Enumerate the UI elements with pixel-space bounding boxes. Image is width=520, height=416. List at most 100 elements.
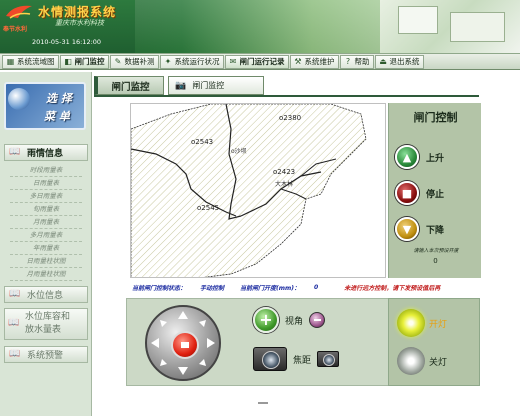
- nav-gate-monitor[interactable]: ◧ 闸门监控: [59, 54, 109, 69]
- light-on-button[interactable]: 开灯: [397, 309, 447, 337]
- nav-system-status[interactable]: ✦ 系统运行状况: [159, 54, 224, 69]
- basin-area: [131, 104, 367, 277]
- wrench-icon: ⚒: [294, 57, 302, 66]
- light-on-label: 开灯: [429, 319, 448, 330]
- nav-label: 系统维护: [304, 57, 335, 66]
- gate-down-label: 下降: [426, 225, 445, 236]
- tab-gate-watch[interactable]: 📷 闸门监控: [168, 76, 264, 95]
- sidebar-item-system-alarm[interactable]: 📖 系统预警: [4, 346, 88, 363]
- rain-submenu-item[interactable]: 年雨量表: [10, 242, 82, 255]
- rain-submenu-item[interactable]: 多月雨量表: [10, 229, 82, 242]
- footer-divider: [258, 402, 268, 404]
- tab-gate-monitor[interactable]: 闸门监控: [94, 76, 164, 95]
- nav-exit[interactable]: ⏏ 退出系统: [374, 54, 424, 69]
- rain-submenu-item[interactable]: 月雨量表: [10, 216, 82, 229]
- nav-label: 数据补测: [124, 57, 155, 66]
- gate-down-button[interactable]: ▼ 下降: [395, 215, 475, 243]
- zoom-out-button[interactable]: [309, 312, 326, 328]
- header-decoration: [380, 0, 520, 53]
- gate-opening-value: 0: [314, 283, 319, 291]
- header: 水情测报系统 重庆市水利科技 奉节水利 2010-05-31 16:12:00: [0, 0, 520, 53]
- map-icon: ▦: [6, 57, 15, 66]
- rain-submenu-item[interactable]: 旬雨量表: [10, 203, 82, 216]
- focus-label: 焦距: [293, 355, 312, 366]
- logo: 水情测报系统 重庆市水利科技 奉节水利 2010-05-31 16:12:00: [0, 0, 135, 53]
- gate-stop-button[interactable]: ■ 停止: [395, 179, 475, 207]
- help-icon: ?: [345, 57, 351, 66]
- nav-label: 帮助: [354, 57, 370, 66]
- nav-gate-records[interactable]: ✉ 闸门运行记录: [224, 54, 289, 69]
- nav-label: 闸门运行记录: [239, 57, 285, 66]
- gate-up-button[interactable]: ▲ 上升: [395, 143, 475, 171]
- rain-submenu-item[interactable]: 日雨量表: [10, 177, 82, 190]
- station-label[interactable]: o2543: [191, 138, 213, 146]
- book-icon: 📖: [9, 288, 21, 299]
- nav-label: 闸门监控: [74, 57, 105, 66]
- gate-control-panel: 闸门控制 ▲ 上升 ■ 停止 ▼ 下降 请输入本次预设开度 0: [388, 103, 481, 278]
- focus-far-button[interactable]: [317, 351, 340, 367]
- view-angle-control: + 视角: [253, 307, 326, 333]
- station-label-text: 2423: [277, 168, 296, 176]
- gate-stop-label: 停止: [426, 189, 445, 200]
- nav-system-maintenance[interactable]: ⚒ 系统维护: [289, 54, 339, 69]
- sidebar-item-label-line: 水位库容和: [25, 312, 71, 322]
- exit-icon: ⏏: [379, 57, 387, 66]
- station-label[interactable]: o2423: [273, 168, 295, 176]
- content-tabs: 闸门监控 📷 闸门监控: [94, 76, 264, 95]
- nav-data-supplement[interactable]: ✎ 数据补测: [109, 54, 159, 69]
- ptz-center-button[interactable]: [171, 331, 199, 359]
- sidebar-item-label: 雨情信息: [27, 149, 64, 159]
- focus-near-button[interactable]: [253, 347, 287, 371]
- rain-submenu: 时段雨量表 日雨量表 多日雨量表 旬雨量表 月雨量表 多月雨量表 年雨量表 日雨…: [10, 164, 82, 281]
- rain-submenu-item[interactable]: 日雨量柱状图: [10, 255, 82, 268]
- gate-control-title: 闸门控制: [413, 111, 458, 124]
- book-icon: 📖: [9, 348, 21, 359]
- gate-opening-label: 当前闸门开度(mm)：: [240, 284, 301, 292]
- sidebar-item-water-level[interactable]: 📖 水位信息: [4, 286, 88, 303]
- light-off-button[interactable]: 关灯: [397, 347, 447, 375]
- control-state-value: 手动控制: [200, 284, 225, 292]
- sidebar-item-label: 水位库容和 放水量表: [25, 311, 70, 337]
- sidebar: 选 择 菜 单 📖 雨情信息 时段雨量表 日雨量表 多日雨量表 旬雨量表 月雨量…: [0, 72, 92, 416]
- rain-submenu-item[interactable]: 时段雨量表: [10, 164, 82, 177]
- river-label: o沙坝: [231, 148, 247, 155]
- nav-label: 系统流域图: [17, 57, 55, 66]
- header-deco-panel: [398, 6, 438, 34]
- sidebar-item-label-line: 放水量表: [25, 325, 62, 335]
- sidebar-item-reservoir[interactable]: 📖 水位库容和 放水量表: [4, 308, 88, 340]
- remote-control-warning: 未进行远方控制，请下发预设值后再: [344, 284, 441, 292]
- station-label-text: 2543: [195, 138, 214, 146]
- record-icon: ✉: [229, 57, 237, 66]
- header-banner: [135, 0, 385, 53]
- nav-help[interactable]: ? 帮助: [339, 54, 374, 69]
- triangle-up-icon: ▲: [395, 145, 419, 169]
- stop-icon: [181, 342, 189, 348]
- nav-basin-map[interactable]: ▦ 系统流域图: [2, 54, 59, 69]
- station-label[interactable]: o2545: [197, 204, 219, 212]
- control-state-label: 当前闸门控制状态：: [132, 284, 187, 292]
- book-icon: 📖: [8, 318, 20, 328]
- rain-submenu-item[interactable]: 多日雨量表: [10, 190, 82, 203]
- preset-opening-value[interactable]: 0: [389, 257, 482, 265]
- river-label: 大木林: [275, 181, 294, 188]
- ptz-joystick[interactable]: [145, 305, 221, 381]
- nav-label: 退出系统: [389, 57, 420, 66]
- minus-icon: [313, 319, 321, 321]
- station-label[interactable]: o2380: [279, 114, 301, 122]
- rain-submenu-item[interactable]: 月雨量柱状图: [10, 268, 82, 281]
- basin-map[interactable]: o2380 o2543 o沙坝 o2423 大木林 o2545: [130, 103, 386, 278]
- preset-opening-note: 请输入本次预设开度: [413, 248, 459, 254]
- lightbulb-on-icon: [397, 309, 425, 337]
- sidebar-item-rain-info[interactable]: 📖 雨情信息: [4, 144, 88, 161]
- main-nav: ▦ 系统流域图 ◧ 闸门监控 ✎ 数据补测 ✦ 系统运行状况 ✉ 闸门运行记录 ⚒ 系统维护…: [0, 53, 520, 70]
- tab-divider: [94, 95, 479, 97]
- zoom-in-button[interactable]: +: [253, 307, 279, 333]
- triangle-down-icon: ▼: [395, 217, 419, 241]
- nav-label: 系统运行状况: [174, 57, 220, 66]
- status-icon: ✦: [164, 57, 172, 66]
- select-menu-banner: 选 择 菜 单: [4, 82, 86, 130]
- bird-logo-icon: [6, 5, 32, 19]
- brand-mark: 奉节水利: [3, 26, 28, 33]
- station-label-text: 2545: [201, 204, 220, 212]
- globe-icon: [8, 88, 30, 110]
